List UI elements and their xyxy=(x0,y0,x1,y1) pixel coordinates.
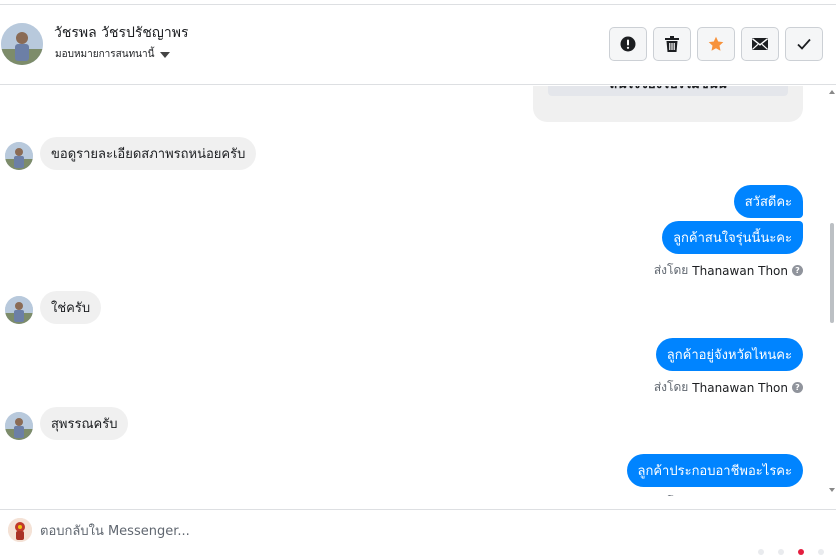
check-icon xyxy=(797,38,811,50)
sent-by-line: ส่งโดย Thanawan Thon ? xyxy=(654,493,803,496)
incoming-message[interactable]: สุพรรณครับ xyxy=(40,407,129,440)
follow-up-button[interactable] xyxy=(697,27,735,61)
incoming-message[interactable]: ขอดูรายละเอียดสภาพรถหน่อยครับ xyxy=(40,137,257,170)
sent-by-line: ส่งโดย Thanawan Thon ? xyxy=(654,378,803,397)
scroll-up-icon[interactable] xyxy=(829,90,835,94)
incoming-message[interactable]: ใช่ครับ xyxy=(40,291,102,324)
assign-conversation-dropdown[interactable]: มอบหมายการสนทนานี้ xyxy=(55,47,171,62)
message-thread[interactable]: สนใจจองโปรโมชั่นนี้ ขอดูรายละเอียดสภาพรถ… xyxy=(0,86,836,496)
spam-button[interactable] xyxy=(609,27,647,61)
sender-name[interactable]: Thanawan Thon xyxy=(692,381,788,395)
delete-button[interactable] xyxy=(653,27,691,61)
mark-done-button[interactable] xyxy=(785,27,823,61)
tool-dot[interactable] xyxy=(818,549,824,555)
alert-icon xyxy=(620,36,636,52)
assign-label: มอบหมายการสนทนานี้ xyxy=(55,49,155,60)
scrollbar-thumb[interactable] xyxy=(830,223,834,323)
book-promotion-button[interactable]: สนใจจองโปรโมชั่นนี้ xyxy=(548,86,788,96)
outgoing-message[interactable]: สวัสดีคะ xyxy=(733,185,803,218)
help-icon[interactable]: ? xyxy=(792,265,803,276)
contact-avatar-small[interactable] xyxy=(5,142,33,170)
tool-dot[interactable] xyxy=(758,549,764,555)
scroll-down-icon[interactable] xyxy=(829,488,835,492)
sent-by-line: ส่งโดย Thanawan Thon ? xyxy=(654,261,803,280)
promotion-card: สนใจจองโปรโมชั่นนี้ xyxy=(533,86,803,122)
contact-avatar-small[interactable] xyxy=(5,412,33,440)
reply-input[interactable] xyxy=(40,518,740,544)
page-avatar xyxy=(8,518,32,542)
caret-down-icon xyxy=(160,51,171,58)
tool-dot[interactable] xyxy=(778,549,784,555)
contact-avatar-small[interactable] xyxy=(5,296,33,324)
sender-name[interactable]: Thanawan Thon xyxy=(692,496,788,497)
composer-tools xyxy=(758,549,824,555)
outgoing-message[interactable]: ลูกค้าอยู่จังหวัดไหนคะ xyxy=(655,338,803,371)
sender-name[interactable]: Thanawan Thon xyxy=(692,264,788,278)
outgoing-message[interactable]: ลูกค้าสนใจรุ่นนี้นะคะ xyxy=(662,221,803,254)
sent-by-label: ส่งโดย xyxy=(653,380,689,394)
contact-name[interactable]: วัชรพล วัชรปรัชญาพร xyxy=(54,22,188,44)
conversation-header: วัชรพล วัชรปรัชญาพร มอบหมายการสนทนานี้ xyxy=(0,5,836,85)
trash-icon xyxy=(665,36,679,52)
envelope-icon xyxy=(752,38,768,50)
reply-composer xyxy=(0,509,836,555)
sent-by-label: ส่งโดย xyxy=(654,493,688,496)
mark-unread-button[interactable] xyxy=(741,27,779,61)
help-icon[interactable]: ? xyxy=(792,382,803,393)
sent-by-label: ส่งโดย xyxy=(653,263,689,277)
thread-scrollbar[interactable] xyxy=(828,86,836,496)
conversation-actions xyxy=(609,27,823,61)
outgoing-message[interactable]: ลูกค้าประกอบอาชีพอะไรคะ xyxy=(626,454,803,487)
contact-avatar[interactable] xyxy=(1,23,43,65)
notification-dot[interactable] xyxy=(798,549,804,555)
star-icon xyxy=(708,36,724,51)
